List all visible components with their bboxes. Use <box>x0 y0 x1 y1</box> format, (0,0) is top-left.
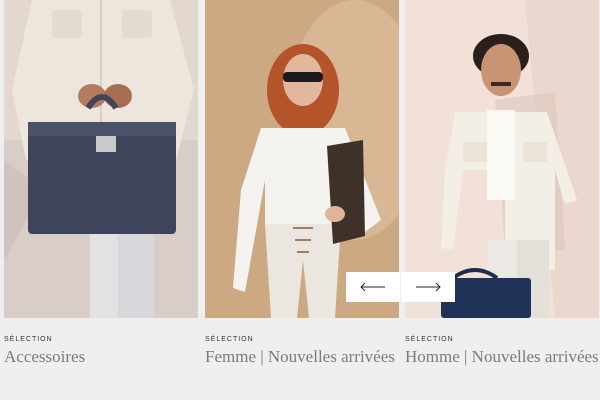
card-title[interactable]: Accessoires <box>4 346 198 368</box>
carousel-prev-button[interactable] <box>346 272 400 302</box>
accessoires-illustration <box>4 0 198 318</box>
homme-caption: SÉLECTION Homme | Nouvelles arrivées <box>405 336 599 368</box>
card-eyebrow: SÉLECTION <box>205 336 254 343</box>
arrow-right-icon <box>416 282 441 292</box>
carousel-next-button[interactable] <box>401 272 455 302</box>
femme-caption: SÉLECTION Femme | Nouvelles arrivées <box>205 336 399 368</box>
arrow-left-icon <box>360 282 385 292</box>
femme-illustration <box>205 0 399 318</box>
card-title[interactable]: Femme | Nouvelles arrivées <box>205 346 399 368</box>
product-carousel: SÉLECTION Accessoires SÉLECTION Femme | … <box>0 0 600 400</box>
card-eyebrow: SÉLECTION <box>405 336 454 343</box>
homme-photo[interactable] <box>405 0 599 318</box>
femme-photo[interactable] <box>205 0 399 318</box>
carousel-card-accessoires[interactable]: SÉLECTION Accessoires <box>4 0 198 400</box>
accessoires-caption: SÉLECTION Accessoires <box>4 336 198 368</box>
carousel-card-femme[interactable]: SÉLECTION Femme | Nouvelles arrivées <box>205 0 399 400</box>
homme-illustration <box>405 0 599 318</box>
accessoires-photo[interactable] <box>4 0 198 318</box>
card-title[interactable]: Homme | Nouvelles arrivées <box>405 346 599 368</box>
card-eyebrow: SÉLECTION <box>4 336 53 343</box>
carousel-card-homme[interactable]: SÉLECTION Homme | Nouvelles arrivées <box>405 0 599 400</box>
